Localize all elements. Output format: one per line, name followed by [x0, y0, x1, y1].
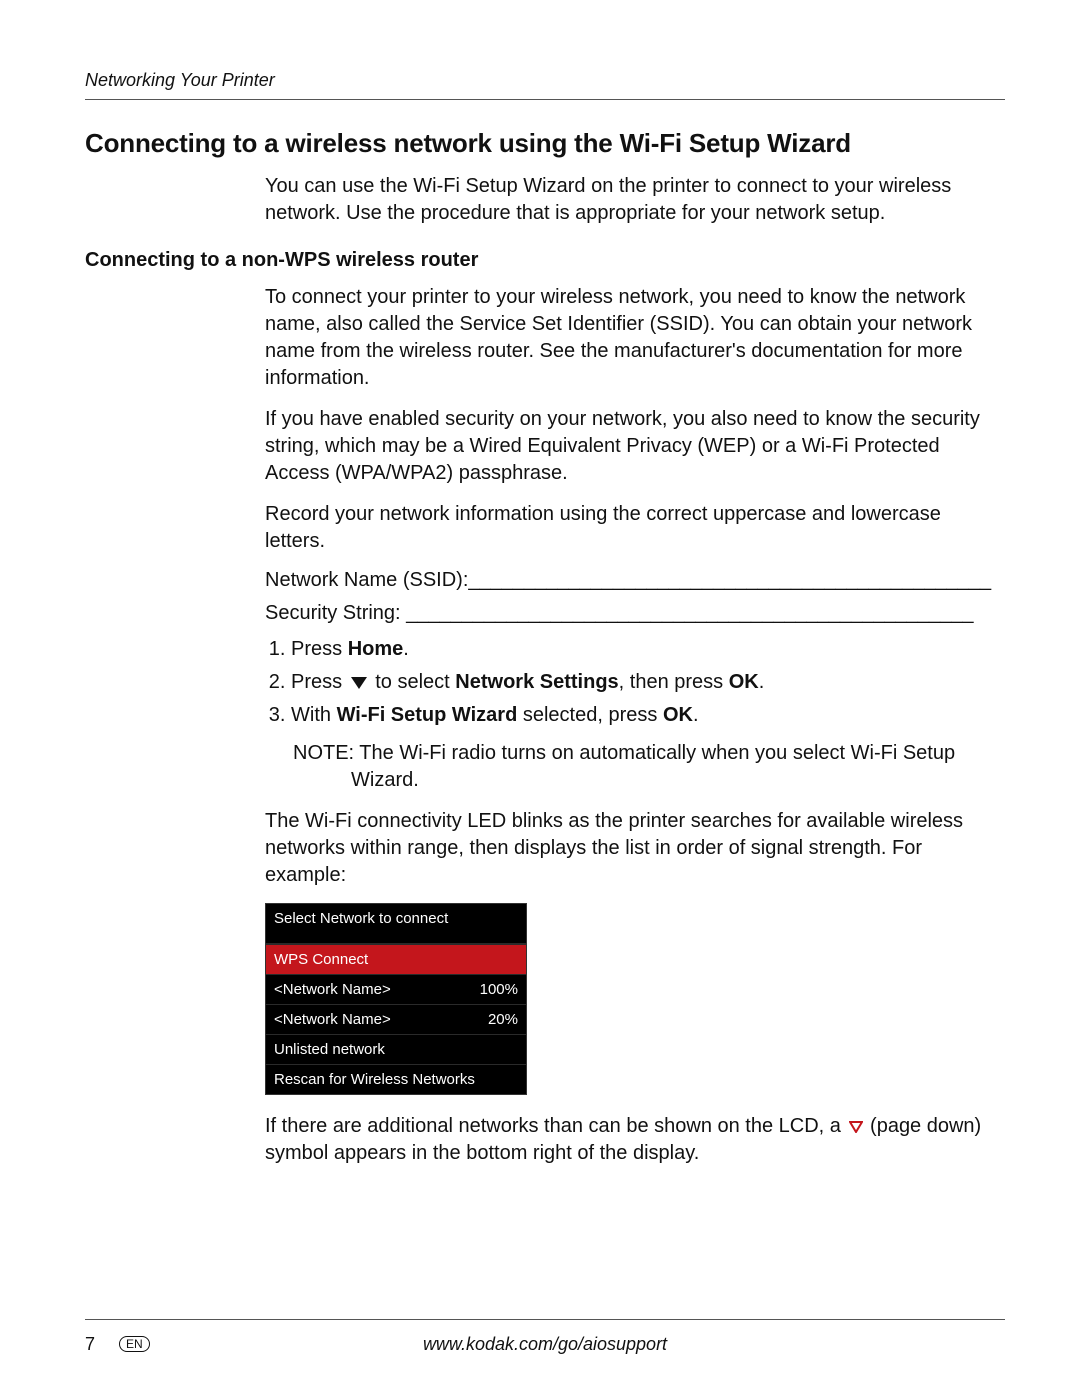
wifi-wizard-label: Wi-Fi Setup Wizard: [337, 704, 518, 726]
subsection-title: Connecting to a non-WPS wireless router: [85, 249, 1005, 272]
paragraph: If there are additional networks than ca…: [265, 1113, 1005, 1167]
down-arrow-icon: [351, 677, 367, 689]
text: to select: [370, 671, 456, 693]
page-footer: 7 EN www.kodak.com/go/aiosupport: [85, 1319, 1005, 1355]
lcd-mockup: Select Network to connect WPS Connect <N…: [265, 903, 527, 1095]
lcd-row: <Network Name> 100%: [266, 975, 526, 1005]
lcd-value: 20%: [488, 1011, 518, 1028]
note-text: NOTE: The Wi-Fi radio turns on automatic…: [293, 740, 1005, 794]
page-number: 7: [85, 1334, 95, 1355]
text: Press: [291, 638, 348, 660]
lcd-label: <Network Name>: [274, 981, 391, 998]
step-3: With Wi-Fi Setup Wizard selected, press …: [291, 701, 1005, 730]
text: , then press: [619, 671, 729, 693]
lcd-row: Rescan for Wireless Networks: [266, 1065, 526, 1094]
ok-label: OK: [663, 704, 693, 726]
home-label: Home: [348, 638, 404, 660]
header-rule: [85, 99, 1005, 100]
body-column-2: To connect your printer to your wireless…: [265, 284, 1005, 1167]
ok-label: OK: [729, 671, 759, 693]
footer-url: www.kodak.com/go/aiosupport: [423, 1334, 667, 1354]
ssid-fill-line: Network Name (SSID):____________________…: [265, 569, 1005, 592]
lcd-label: <Network Name>: [274, 1011, 391, 1028]
lcd-value: 100%: [480, 981, 518, 998]
page-down-icon: [849, 1121, 861, 1133]
lcd-label: WPS Connect: [274, 951, 368, 968]
running-header: Networking Your Printer: [85, 70, 1005, 91]
step-1: Press Home.: [291, 635, 1005, 664]
manual-page: Networking Your Printer Connecting to a …: [0, 0, 1080, 1397]
text: selected, press: [517, 704, 663, 726]
text: With: [291, 704, 337, 726]
text: .: [759, 671, 765, 693]
paragraph: The Wi-Fi connectivity LED blinks as the…: [265, 808, 1005, 889]
step-list: Press Home. Press to select Network Sett…: [265, 635, 1005, 730]
network-settings-label: Network Settings: [455, 671, 618, 693]
lcd-row: Unlisted network: [266, 1035, 526, 1065]
lcd-title: Select Network to connect: [266, 904, 526, 945]
body-column: You can use the Wi-Fi Setup Wizard on th…: [265, 173, 1005, 227]
text: .: [403, 638, 409, 660]
lcd-label: Rescan for Wireless Networks: [274, 1071, 475, 1088]
text: Press: [291, 671, 348, 693]
lcd-row-wps: WPS Connect: [266, 945, 526, 975]
lcd-row: <Network Name> 20%: [266, 1005, 526, 1035]
lcd-label: Unlisted network: [274, 1041, 385, 1058]
intro-paragraph: You can use the Wi-Fi Setup Wizard on th…: [265, 173, 1005, 227]
language-badge: EN: [119, 1336, 150, 1352]
paragraph: If you have enabled security on your net…: [265, 406, 1005, 487]
paragraph: To connect your printer to your wireless…: [265, 284, 1005, 392]
section-title: Connecting to a wireless network using t…: [85, 128, 1005, 159]
paragraph: Record your network information using th…: [265, 501, 1005, 555]
text: If there are additional networks than ca…: [265, 1115, 846, 1137]
step-2: Press to select Network Settings, then p…: [291, 668, 1005, 697]
security-fill-line: Security String: _______________________…: [265, 602, 1005, 625]
text: .: [693, 704, 699, 726]
